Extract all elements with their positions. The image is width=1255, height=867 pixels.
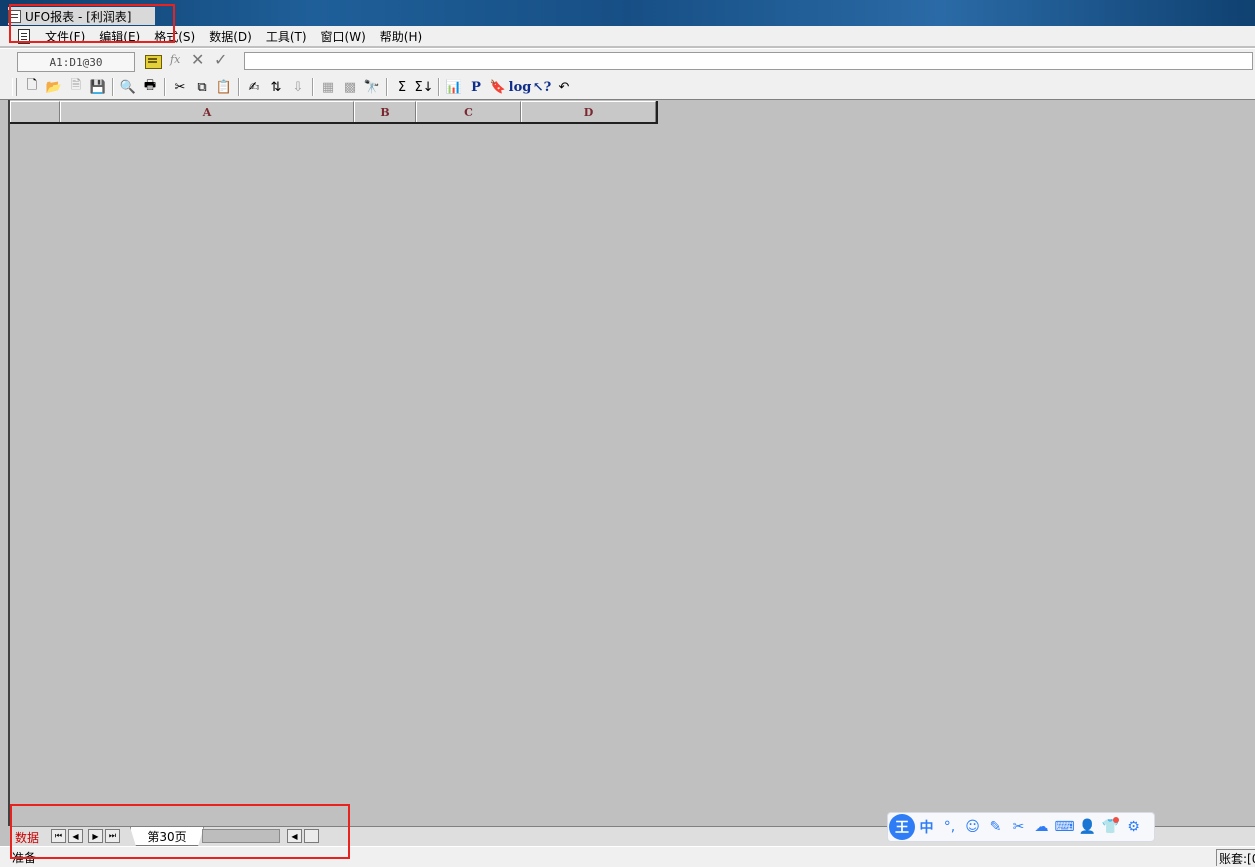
grid-icon[interactable]: ▩ [339,77,361,97]
mode-label[interactable]: 数据 [15,829,39,846]
toolbar-grip[interactable] [12,78,17,96]
select-all-corner[interactable] [10,101,60,122]
function-icon[interactable]: fx [170,53,180,66]
title-bar: UFO报表 - [利润表] [0,0,1255,26]
cut-icon[interactable]: ✂ [169,77,191,97]
bookmark-icon[interactable]: 🔖 [487,77,509,97]
print-icon[interactable]: 🖶 [139,77,161,97]
scroll-right-button[interactable] [304,829,319,843]
format-painter-icon[interactable]: ✍ [243,77,265,97]
menu-format[interactable]: 格式(S) [147,28,202,45]
document-menu-icon[interactable] [18,28,30,44]
horizontal-scroll-track[interactable] [202,829,280,843]
ime-emoji-icon[interactable]: ☺ [961,815,984,839]
formula-bar: A1:D1@30 fx ✕ ✓ [0,48,1255,76]
paste-icon[interactable]: 📋 [213,77,235,97]
ime-punctuation-icon[interactable]: °, [938,815,961,839]
undo-icon[interactable]: ↶ [553,77,575,97]
formula-input[interactable] [244,52,1253,70]
print-preview-icon[interactable]: 🔍 [117,77,139,97]
menu-tools[interactable]: 工具(T) [259,28,314,45]
sum-down-icon[interactable]: Σ↓ [413,77,435,97]
toolbar-separator [312,78,314,96]
find-icon[interactable]: 🔭 [361,77,383,97]
sum-icon[interactable]: Σ [391,77,413,97]
column-header-d[interactable]: D [521,101,656,122]
column-header-c[interactable]: C [416,101,521,122]
status-bar: 准备 账套:[0 [0,846,1255,867]
prev-page-button[interactable]: ◀ [68,829,83,843]
calculator-icon[interactable] [145,55,162,69]
status-text: 准备 [12,851,37,865]
column-header-row: A B C D [10,101,658,124]
ime-handwriting-icon[interactable]: ✎ [984,815,1007,839]
new-file-icon[interactable]: 🗋 [21,77,43,97]
save-icon[interactable]: 💾 [87,77,109,97]
next-page-button[interactable]: ▶ [88,829,103,843]
open-folder-icon[interactable]: 📂 [43,77,65,97]
help-pointer-icon[interactable]: ↖? [531,77,553,97]
sort-ascending-icon[interactable]: ⇅ [265,77,287,97]
document-icon[interactable]: 🗎 [65,77,87,97]
sheet-tab[interactable]: 第30页 [130,827,204,846]
log-icon[interactable]: log [509,77,532,97]
ime-settings-icon[interactable]: ⚙ [1122,815,1145,839]
confirm-icon[interactable]: ✓ [214,50,227,69]
title-area[interactable]: UFO报表 - [利润表] [8,7,156,25]
ime-keyboard-icon[interactable]: ⌨ [1053,815,1076,839]
toolbar-separator [438,78,440,96]
last-page-button[interactable]: ⏭ [105,829,120,843]
menu-data[interactable]: 数据(D) [202,28,259,45]
toolbar-separator [112,78,114,96]
cancel-icon[interactable]: ✕ [191,50,204,69]
ime-screenshot-icon[interactable]: ✂ [1007,815,1030,839]
toolbar-separator [164,78,166,96]
column-header-a[interactable]: A [60,101,354,122]
ime-skin-icon[interactable]: 👕 [1099,815,1122,839]
menu-window[interactable]: 窗口(W) [314,28,373,45]
ime-chinese-icon[interactable]: 中 [915,815,938,839]
toolbar-separator [238,78,240,96]
insert-table-icon[interactable]: ▦ [317,77,339,97]
p-icon[interactable]: P [465,77,487,97]
first-page-button[interactable]: ⏮ [51,829,66,843]
chart-icon[interactable]: 📊 [443,77,465,97]
menu-file[interactable]: 文件(F) [38,28,92,45]
sort-descending-icon[interactable]: ⇩ [287,77,309,97]
toolbar: 🗋 📂 🗎 💾 🔍 🖶 ✂ ⧉ 📋 ✍ ⇅ ⇩ ▦ ▩ 🔭 Σ Σ↓ 📊 P 🔖 log ↖? ↶ [0,75,1255,100]
spreadsheet-grid[interactable]: A B C D [8,100,1255,826]
column-header-b[interactable]: B [354,101,416,122]
cell-reference-box[interactable]: A1:D1@30 [17,52,135,72]
menu-bar: 文件(F) 编辑(E) 格式(S) 数据(D) 工具(T) 窗口(W) 帮助(H… [0,26,1255,46]
scroll-left-button[interactable]: ◀ [287,829,302,843]
account-status: 账套:[0 [1216,849,1255,866]
ime-cloud-icon[interactable]: ☁ [1030,815,1053,839]
toolbar-separator [386,78,388,96]
app-icon [8,9,21,23]
copy-icon[interactable]: ⧉ [191,77,213,97]
window-title: UFO报表 - [利润表] [25,9,132,24]
ime-user-icon[interactable]: 👤 [1076,815,1099,839]
ime-toolbar: 王 中 °, ☺ ✎ ✂ ☁ ⌨ 👤 👕 ⚙ [887,812,1155,842]
ime-logo[interactable]: 王 [889,814,915,840]
menu-help[interactable]: 帮助(H) [373,28,429,45]
menu-edit[interactable]: 编辑(E) [92,28,147,45]
